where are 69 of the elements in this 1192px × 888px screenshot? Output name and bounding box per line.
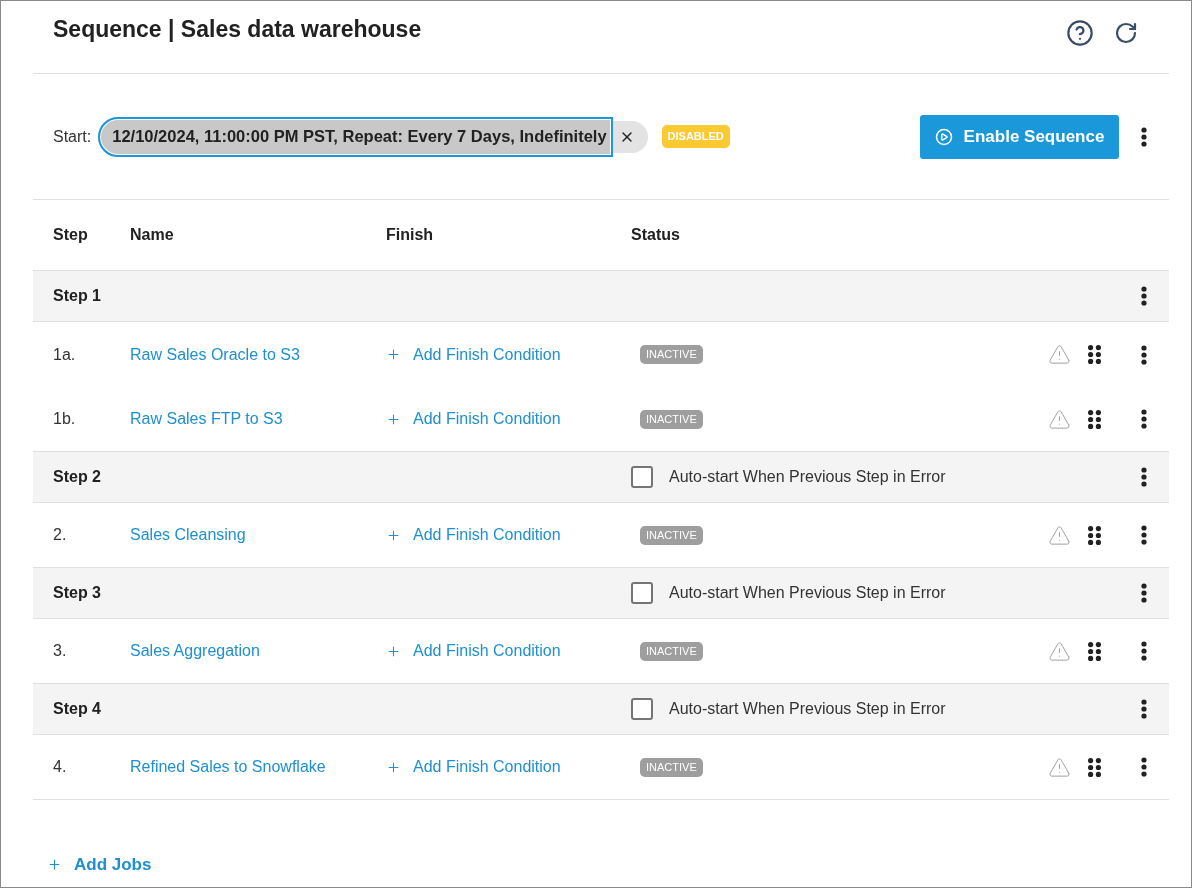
more-vertical-icon [1141,286,1147,306]
drag-handle-icon[interactable] [1088,345,1101,364]
drag-handle-icon[interactable] [1088,525,1101,545]
plus-icon [47,857,62,873]
checkbox[interactable] [631,698,653,720]
warning-icon [1048,755,1071,779]
start-label: Start: [53,126,92,147]
more-vertical-icon [1141,699,1147,719]
job-name-link[interactable]: Raw Sales Oracle to S3 [130,345,300,363]
schedule-value[interactable]: 12/10/2024, 11:00:00 PM PST, Repeat: Every 7 Days, Indefinitely [98,116,613,157]
step-group-label: Step 2 [53,468,101,485]
column-header: Finish [386,226,434,243]
status-badge: INACTIVE [640,525,703,545]
drag-handle-icon[interactable] [1088,757,1101,777]
more-vertical-icon [1141,344,1147,365]
add-finish-condition-button[interactable]: Add Finish Condition [386,407,561,431]
warning-icon [1048,407,1071,431]
column-header: Step [53,226,88,243]
help-icon[interactable] [1066,19,1094,47]
warning-icon [1048,639,1071,663]
column-header: Status [631,226,680,243]
step-group-label: Step 1 [53,287,101,304]
job-name-link[interactable]: Sales Aggregation [130,642,260,659]
checkbox[interactable] [631,582,653,604]
column-header: Name [130,226,174,243]
plus-icon [386,347,401,362]
status-badge: INACTIVE [640,641,703,661]
play-circle-icon [934,127,953,146]
step-number: 4. [53,758,67,775]
disabled-badge: DISABLED [661,125,730,148]
step-group-label: Step 3 [53,584,101,601]
enable-sequence-button[interactable]: Enable Sequence [920,114,1119,159]
auto-start-label: Auto-start When Previous Step in Error [669,467,946,487]
status-badge: INACTIVE [640,409,703,429]
plus-icon [386,759,401,775]
step-group-label: Step 4 [53,700,101,717]
step-number: 2. [53,526,67,543]
auto-start-label: Auto-start When Previous Step in Error [669,583,946,603]
status-badge: INACTIVE [640,345,703,364]
plus-icon [386,527,401,543]
refresh-icon[interactable] [1114,21,1138,45]
add-finish-condition-button[interactable]: Add Finish Condition [386,523,561,547]
drag-handle-icon[interactable] [1088,641,1101,661]
job-name-link[interactable]: Refined Sales to Snowflake [130,758,326,775]
checkbox[interactable] [631,466,653,488]
status-badge: INACTIVE [640,757,703,777]
add-finish-condition-button[interactable]: Add Finish Condition [386,639,561,663]
more-vertical-icon [1141,409,1147,429]
job-name-link[interactable]: Sales Cleansing [130,526,246,543]
more-vertical-icon [1141,583,1147,603]
warning-icon [1048,523,1071,547]
more-vertical-icon [1141,641,1147,661]
add-finish-condition-button[interactable]: Add Finish Condition [386,342,561,367]
job-name-link[interactable]: Raw Sales FTP to S3 [130,410,283,427]
more-vertical-icon [1141,126,1147,147]
page-title: Sequence | Sales data warehouse [53,15,422,43]
step-number: 1a. [53,345,76,363]
warning-icon [1048,343,1071,366]
step-number: 3. [53,642,67,659]
drag-handle-icon[interactable] [1088,409,1101,429]
more-vertical-icon [1141,525,1147,545]
plus-icon [386,643,401,659]
more-vertical-icon [1141,467,1147,487]
add-finish-condition-button[interactable]: Add Finish Condition [386,755,561,779]
auto-start-label: Auto-start When Previous Step in Error [669,699,946,719]
add-jobs-button[interactable]: Add Jobs [47,852,152,878]
more-vertical-icon [1141,757,1147,777]
step-number: 1b. [53,410,76,427]
plus-icon [386,411,401,427]
